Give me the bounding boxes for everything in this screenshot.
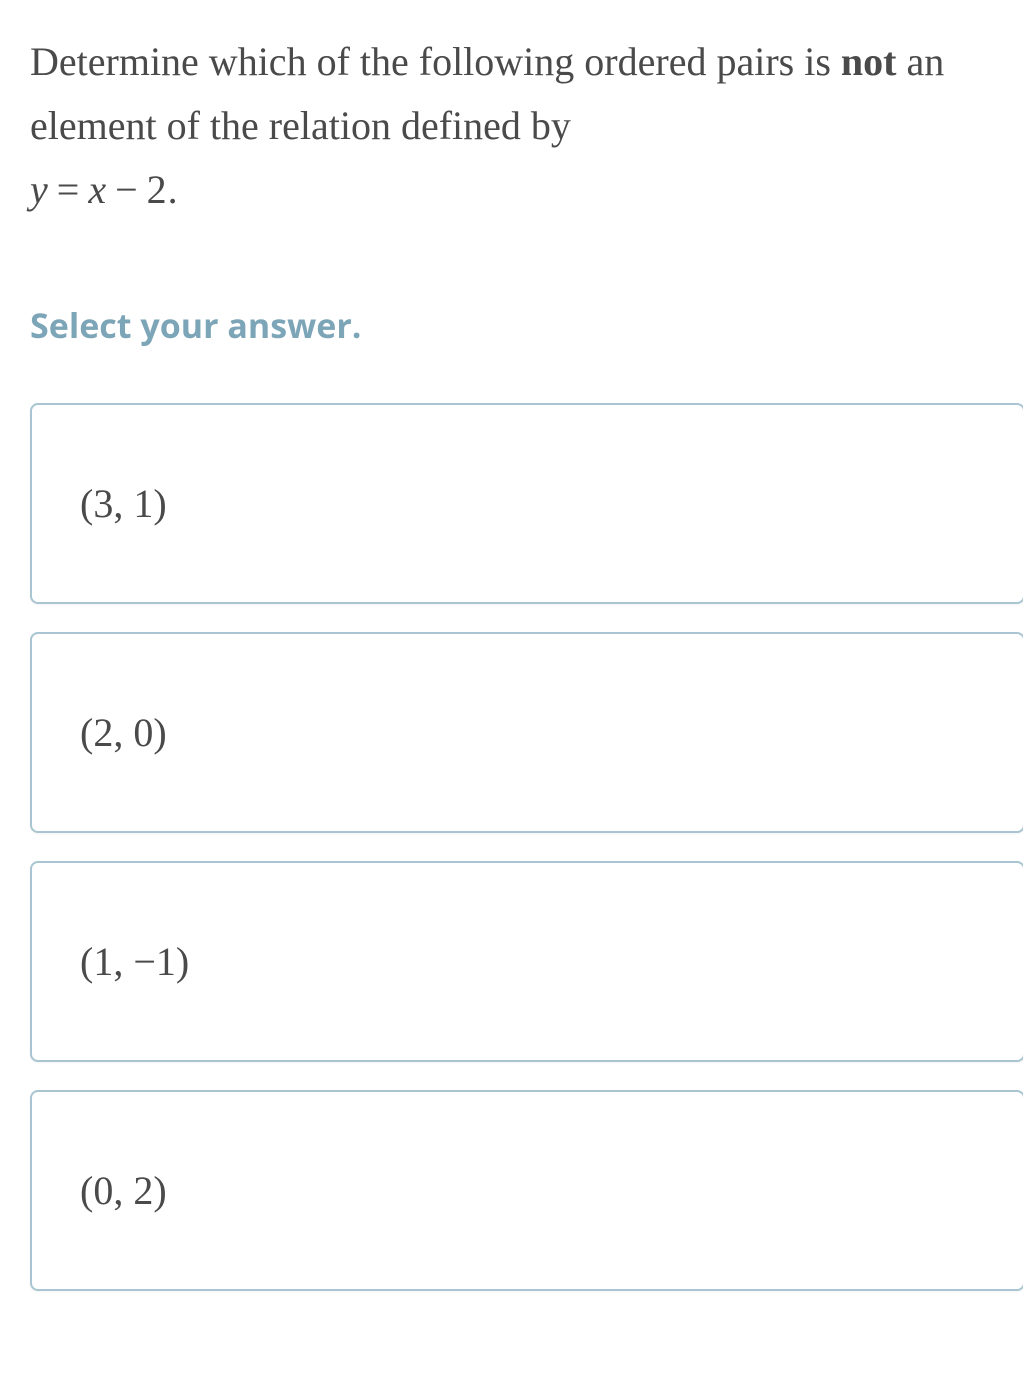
select-prompt: Select your answer. [30,302,1023,348]
question-equation: y=x−2. [30,167,179,212]
equation-period: . [168,167,179,212]
options-list: (3, 1) (2, 0) (1, −1) (0, 2) [30,403,1023,1291]
question-bold: not [841,39,897,84]
question-text: Determine which of the following ordered… [30,30,1023,222]
question-part1: Determine which of the following ordered… [30,39,841,84]
option-2[interactable]: (2, 0) [30,632,1023,833]
equation-equals: = [57,167,81,212]
option-4[interactable]: (0, 2) [30,1090,1023,1291]
equation-y: y [30,167,49,212]
option-1[interactable]: (3, 1) [30,403,1023,604]
equation-x: x [88,167,107,212]
equation-minus: − [115,167,139,212]
option-3[interactable]: (1, −1) [30,861,1023,1062]
equation-two: 2 [147,167,168,212]
